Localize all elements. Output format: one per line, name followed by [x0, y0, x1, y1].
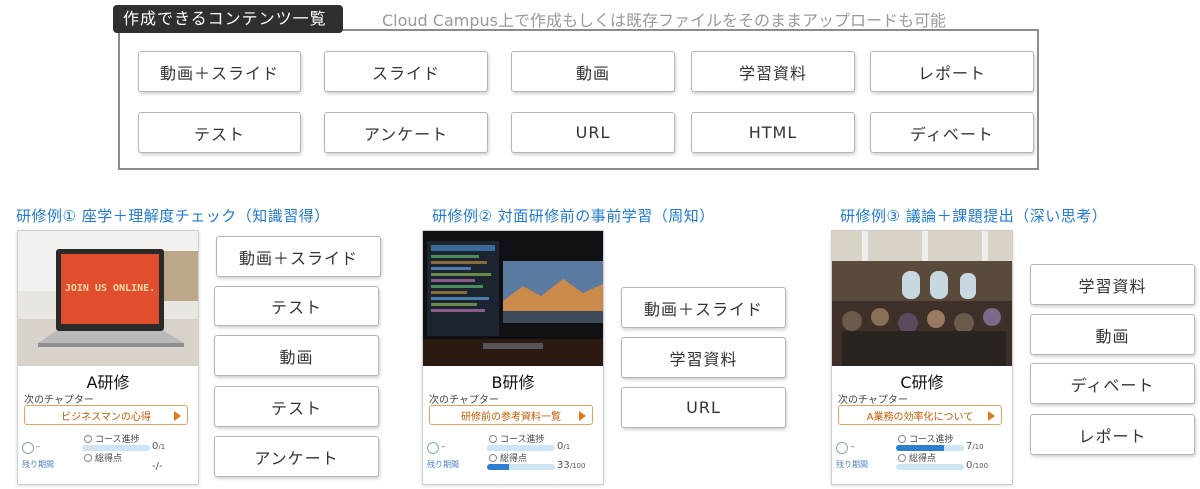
- content-type-html[interactable]: HTML: [691, 112, 855, 153]
- next-chapter-title: ビジネスマンの心得: [61, 411, 151, 423]
- content-type-url[interactable]: URL: [511, 112, 675, 153]
- course-progress-label: コース進捗: [489, 432, 545, 445]
- case-1-title: 研修例① 座学＋理解度チェック（知識習得）: [16, 207, 330, 225]
- case-1-item-test-2[interactable]: テスト: [214, 386, 379, 427]
- content-type-test[interactable]: テスト: [138, 112, 301, 153]
- course-progress-value: 0/1: [557, 441, 571, 452]
- total-score-value: 0/100: [966, 460, 989, 471]
- progress-icon: [489, 435, 497, 443]
- case-2-item-study-material[interactable]: 学習資料: [621, 337, 786, 378]
- next-chapter-title: A業務の効率化について: [866, 411, 974, 423]
- course-thumbnail-meeting: [832, 231, 1012, 366]
- total-score-label: 総得点: [898, 451, 936, 464]
- remaining-value: –: [36, 442, 41, 452]
- total-score-value: 33/100: [557, 460, 586, 471]
- content-type-study-material[interactable]: 学習資料: [691, 51, 855, 92]
- case-3-title: 研修例③ 議論＋課題提出（深い思考）: [840, 207, 1108, 225]
- total-score-value: -/-: [152, 461, 163, 472]
- content-type-survey[interactable]: アンケート: [324, 112, 488, 153]
- course-thumbnail-monitors: [423, 231, 603, 366]
- play-arrow-icon: [988, 411, 995, 421]
- content-type-video[interactable]: 動画: [511, 51, 675, 92]
- next-chapter-title: 研修前の参考資料一覧: [461, 411, 561, 423]
- remaining-label: 残り期間: [22, 460, 54, 469]
- course-name: A研修: [86, 373, 130, 392]
- play-arrow-icon: [579, 411, 586, 421]
- score-icon: [489, 454, 497, 462]
- case-1-item-video-slide[interactable]: 動画＋スライド: [216, 236, 381, 277]
- course-card-a[interactable]: JOIN US ONLINE. A研修 次のチャプター ビジネスマンの心得 – …: [17, 230, 199, 485]
- remaining-value: –: [850, 442, 855, 452]
- clock-icon: [22, 442, 34, 454]
- next-chapter-button[interactable]: A業務の効率化について: [838, 405, 1002, 425]
- clock-icon: [836, 442, 848, 454]
- content-types-description: Cloud Campus上で作成もしくは既存ファイルをそのままアップロードも可能: [382, 11, 946, 30]
- case-2-title: 研修例② 対面研修前の事前学習（周知）: [432, 207, 715, 225]
- remaining-value: –: [441, 442, 446, 452]
- content-type-debate[interactable]: ディベート: [870, 112, 1034, 153]
- content-type-video-slide[interactable]: 動画＋スライド: [138, 51, 301, 92]
- play-arrow-icon: [174, 411, 181, 421]
- course-progress-label: コース進捗: [898, 432, 954, 445]
- case-3-item-report[interactable]: レポート: [1030, 414, 1195, 455]
- case-3-item-video[interactable]: 動画: [1030, 314, 1195, 355]
- next-chapter-label: 次のチャプター: [24, 395, 94, 406]
- case-3-item-study-material[interactable]: 学習資料: [1030, 264, 1195, 305]
- total-score-label: 総得点: [84, 451, 122, 464]
- case-2-item-video-slide[interactable]: 動画＋スライド: [621, 287, 786, 328]
- total-score-bar: [896, 464, 964, 470]
- case-1-item-survey[interactable]: アンケート: [214, 436, 379, 477]
- next-chapter-button[interactable]: ビジネスマンの心得: [24, 405, 188, 425]
- score-icon: [898, 454, 906, 462]
- content-type-report[interactable]: レポート: [870, 51, 1034, 92]
- case-1-item-video[interactable]: 動画: [214, 335, 379, 376]
- thumbnail-text: JOIN US ONLINE.: [64, 283, 156, 294]
- clock-icon: [427, 442, 439, 454]
- remaining-label: 残り期間: [427, 460, 459, 469]
- total-score-bar: [487, 464, 555, 470]
- course-progress-value: 0/1: [152, 441, 166, 452]
- course-thumbnail-laptop: JOIN US ONLINE.: [18, 231, 198, 366]
- course-progress-label: コース進捗: [84, 432, 140, 445]
- content-types-tag: 作成できるコンテンツ一覧: [113, 5, 343, 33]
- next-chapter-label: 次のチャプター: [838, 395, 908, 406]
- course-progress-value: 7/10: [966, 441, 984, 452]
- remaining-label: 残り期間: [836, 460, 868, 469]
- case-2-item-url[interactable]: URL: [621, 387, 786, 428]
- progress-icon: [898, 435, 906, 443]
- case-1-item-test[interactable]: テスト: [214, 286, 379, 326]
- score-icon: [84, 454, 92, 462]
- next-chapter-label: 次のチャプター: [429, 395, 499, 406]
- case-3-item-debate[interactable]: ディベート: [1030, 363, 1195, 404]
- content-type-slide[interactable]: スライド: [324, 51, 488, 92]
- next-chapter-button[interactable]: 研修前の参考資料一覧: [429, 405, 593, 425]
- course-name: C研修: [900, 373, 944, 392]
- course-card-b[interactable]: B研修 次のチャプター 研修前の参考資料一覧 – 残り期間 コース進捗 0/1 …: [422, 230, 604, 485]
- course-card-c[interactable]: C研修 次のチャプター A業務の効率化について – 残り期間 コース進捗 7/1…: [831, 230, 1013, 485]
- course-name: B研修: [491, 373, 535, 392]
- total-score-label: 総得点: [489, 451, 527, 464]
- progress-icon: [84, 435, 92, 443]
